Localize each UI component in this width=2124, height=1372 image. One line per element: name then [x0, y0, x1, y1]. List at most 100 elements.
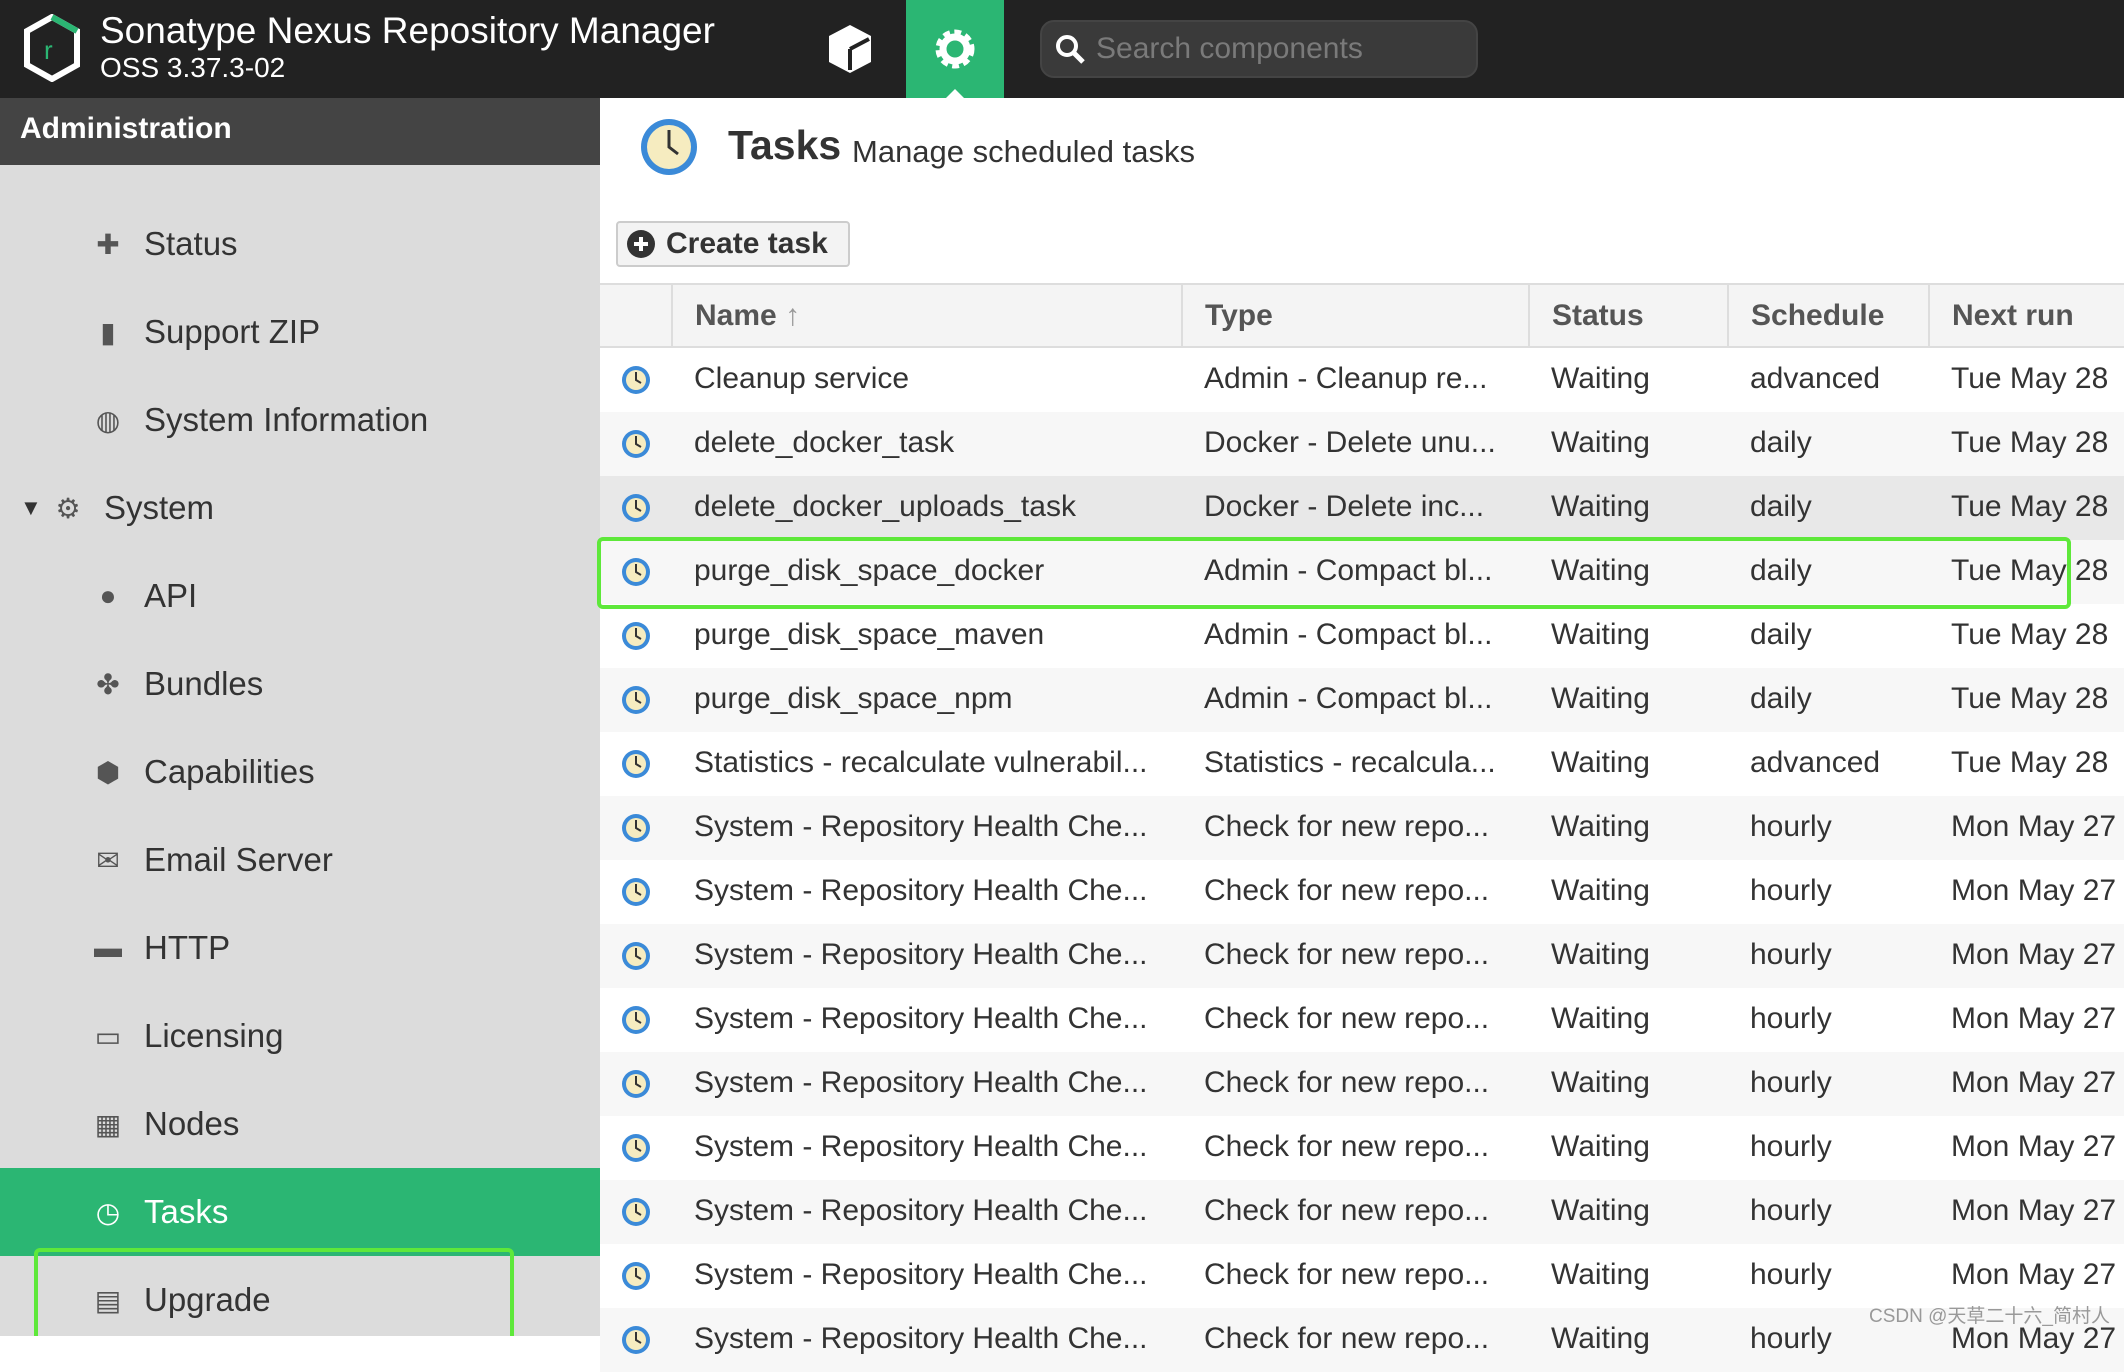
task-type: Check for new repo...	[1204, 1066, 1490, 1099]
sidebar-item-label: System	[104, 489, 215, 526]
table-row[interactable]: System - Repository Health Che... Check f…	[600, 860, 2124, 924]
task-status: Waiting	[1551, 1258, 1650, 1291]
clock-icon	[622, 942, 650, 970]
gear-icon: ⚙	[55, 492, 81, 524]
sidebar-item-system-information[interactable]: ◍ System Information	[0, 376, 600, 464]
task-name: System - Repository Health Che...	[694, 1258, 1148, 1291]
task-type: Admin - Compact bl...	[1204, 682, 1493, 715]
task-status: Waiting	[1551, 874, 1650, 907]
svg-text:r: r	[44, 35, 53, 65]
clock-icon	[622, 814, 650, 842]
task-schedule: hourly	[1750, 1002, 1832, 1035]
globe-icon: ◍	[95, 404, 121, 436]
app-title: Sonatype Nexus Repository Manager	[100, 10, 715, 51]
browse-button[interactable]	[800, 0, 900, 98]
sidebar-item-nodes[interactable]: ▦ Nodes	[0, 1080, 600, 1168]
task-schedule: daily	[1750, 618, 1812, 651]
page-subtitle: Manage scheduled tasks	[852, 134, 1195, 169]
app-version: OSS 3.37.3-02	[100, 52, 286, 83]
column-label: Next run	[1952, 299, 2074, 332]
table-header: Name ↑ Type Status Schedule Next run	[600, 283, 2124, 348]
task-status: Waiting	[1551, 1322, 1650, 1355]
task-next-run: Tue May 28	[1951, 746, 2109, 779]
sidebar-item-label: API	[144, 577, 198, 614]
clock-icon	[622, 1134, 650, 1162]
table-row[interactable]: delete_docker_task Docker - Delete unu...…	[600, 412, 2124, 476]
table-row[interactable]: purge_disk_space_maven Admin - Compact bl…	[600, 604, 2124, 668]
sidebar-item-bundles[interactable]: ✤ Bundles	[0, 640, 600, 728]
sidebar: Administration ✚ Status ▮ Support ZIP ◍ Syste…	[0, 98, 600, 1336]
nodes-icon: ▦	[94, 1108, 122, 1140]
clock-icon	[622, 686, 650, 714]
table-row[interactable]: System - Repository Health Che... Check f…	[600, 1244, 2124, 1308]
task-status: Waiting	[1551, 1194, 1650, 1227]
administration-button[interactable]	[906, 0, 1004, 98]
task-type: Statistics - recalcula...	[1204, 746, 1496, 779]
task-type: Check for new repo...	[1204, 1194, 1490, 1227]
sort-ascending-icon: ↑	[785, 299, 801, 332]
column-header-name[interactable]: Name ↑	[671, 285, 1181, 348]
sidebar-item-label: System Information	[144, 401, 429, 438]
clock-icon	[622, 366, 650, 394]
table-row[interactable]: System - Repository Health Che... Check f…	[600, 796, 2124, 860]
gear-icon	[935, 29, 975, 69]
task-type: Check for new repo...	[1204, 1322, 1490, 1355]
table-row[interactable]: delete_docker_uploads_task Docker - Delet…	[600, 476, 2124, 540]
table-row[interactable]: System - Repository Health Che... Check f…	[600, 1180, 2124, 1244]
clock-icon	[641, 119, 697, 175]
task-status: Waiting	[1551, 426, 1650, 459]
task-status: Waiting	[1551, 938, 1650, 971]
task-next-run: Mon May 27	[1951, 1258, 2117, 1291]
task-next-run: Tue May 28	[1951, 362, 2109, 395]
expand-caret-icon[interactable]: ▼	[20, 495, 42, 521]
plus-circle-icon	[627, 230, 655, 258]
sidebar-item-capabilities[interactable]: ⬢ Capabilities	[0, 728, 600, 816]
sidebar-item-system[interactable]: ▼ ⚙ System	[0, 464, 600, 552]
table-row[interactable]: purge_disk_space_npm Admin - Compact bl..…	[600, 668, 2124, 732]
sidebar-item-api[interactable]: ● API	[0, 552, 600, 640]
table-row[interactable]: System - Repository Health Che... Check f…	[600, 1052, 2124, 1116]
clock-icon: ◷	[95, 1196, 121, 1228]
main-panel: Tasks Manage scheduled tasks Create task…	[597, 98, 2124, 1372]
sidebar-item-email-server[interactable]: ✉ Email Server	[0, 816, 600, 904]
task-type: Check for new repo...	[1204, 938, 1490, 971]
task-name: Statistics - recalculate vulnerabil...	[694, 746, 1148, 779]
task-type: Docker - Delete inc...	[1204, 490, 1485, 523]
task-type: Admin - Cleanup re...	[1204, 362, 1488, 395]
column-header-next-run[interactable]: Next run	[1928, 285, 2124, 348]
task-type: Check for new repo...	[1204, 1258, 1490, 1291]
task-schedule: daily	[1750, 682, 1812, 715]
column-header-schedule[interactable]: Schedule	[1727, 285, 1928, 348]
task-status: Waiting	[1551, 1130, 1650, 1163]
table-row[interactable]: System - Repository Health Che... Check f…	[600, 1116, 2124, 1180]
search-input[interactable]	[1096, 32, 1476, 66]
column-header-type[interactable]: Type	[1181, 285, 1528, 348]
sidebar-item-tasks[interactable]: ◷ Tasks	[0, 1168, 600, 1256]
task-schedule: advanced	[1750, 362, 1881, 395]
task-next-run: Mon May 27	[1951, 1130, 2117, 1163]
highlight-outline	[597, 537, 2071, 609]
cube-icon	[829, 25, 871, 73]
task-schedule: hourly	[1750, 874, 1832, 907]
truck-icon: ▬	[94, 932, 122, 963]
puzzle-icon: ✤	[96, 668, 120, 700]
sidebar-item-status[interactable]: ✚ Status	[0, 200, 600, 288]
sidebar-item-support-zip[interactable]: ▮ Support ZIP	[0, 288, 600, 376]
sidebar-item-label: Bundles	[144, 665, 264, 702]
sidebar-item-licensing[interactable]: ▭ Licensing	[0, 992, 600, 1080]
task-status: Waiting	[1551, 682, 1650, 715]
table-row[interactable]: System - Repository Health Che... Check f…	[600, 924, 2124, 988]
sidebar-item-http[interactable]: ▬ HTTP	[0, 904, 600, 992]
task-schedule: hourly	[1750, 1130, 1832, 1163]
table-row[interactable]: System - Repository Health Che... Check f…	[600, 988, 2124, 1052]
task-type: Check for new repo...	[1204, 810, 1490, 843]
table-row[interactable]: Statistics - recalculate vulnerabil... St…	[600, 732, 2124, 796]
table-row[interactable]: Cleanup service Admin - Cleanup re... Wait…	[600, 348, 2124, 412]
task-status: Waiting	[1551, 490, 1650, 523]
sidebar-item-label: Tasks	[144, 1193, 229, 1230]
task-status: Waiting	[1551, 362, 1650, 395]
create-task-button[interactable]: Create task	[616, 221, 850, 267]
search-box[interactable]	[1040, 20, 1478, 78]
column-header-status[interactable]: Status	[1528, 285, 1727, 348]
task-name: System - Repository Health Che...	[694, 874, 1148, 907]
